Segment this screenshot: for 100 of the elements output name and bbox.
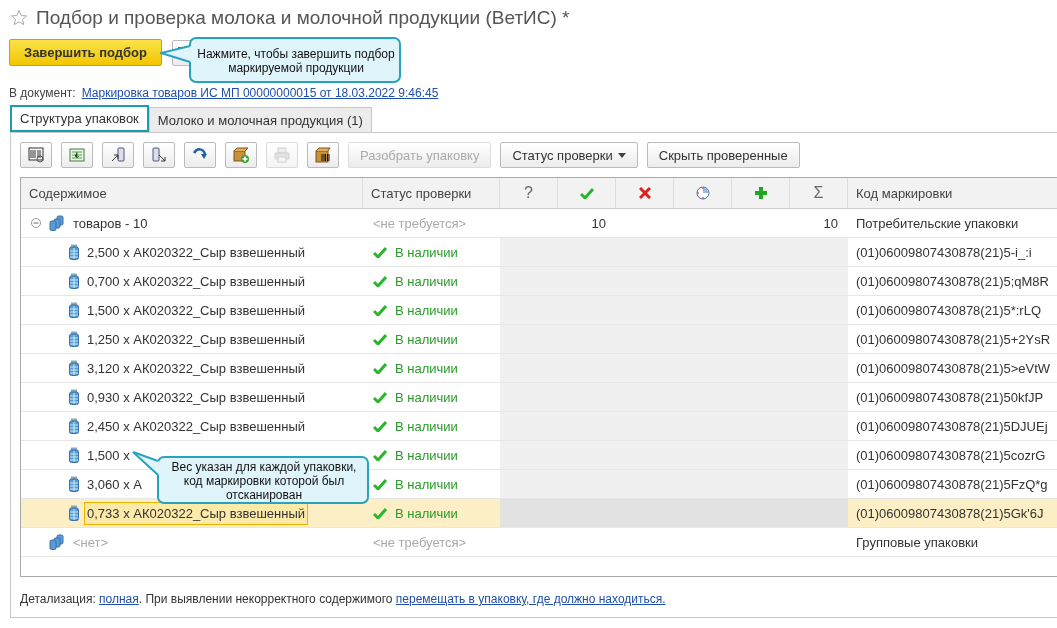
check-icon	[373, 362, 387, 374]
box-plus-icon	[232, 146, 250, 164]
caret-icon	[617, 152, 626, 158]
cross-icon	[638, 187, 651, 199]
printer-icon	[273, 146, 291, 164]
row-label: товаров - 10	[73, 215, 148, 231]
tab[interactable]: Молоко и молочная продукция (1)	[148, 107, 372, 132]
toolbar-button[interactable]: Скрыть проверенные	[646, 142, 800, 168]
column-header: Статус проверки	[371, 185, 472, 201]
status-text: <не требуется>	[373, 534, 467, 550]
window-title: Подбор и проверка молока и молочной продукции (ВетИС) *	[36, 7, 570, 29]
collapse-icon[interactable]	[31, 218, 41, 228]
count-text: 10	[591, 215, 606, 231]
table-row[interactable]: 0,700 x АК020322_Сыр взвешенный В наличии (01)06009807430878(21)5;qM8R	[21, 267, 1057, 296]
toolbar-button[interactable]	[184, 142, 216, 168]
finish-button[interactable]: Завершить подбор	[9, 39, 162, 66]
check-icon	[373, 507, 387, 519]
table-row[interactable]: 1,500 x АК020322_Сыр взвешенный В наличии (01)06009807430878(21)5*:rLQ	[21, 296, 1057, 325]
column-header: Код маркировки	[856, 185, 953, 201]
count-text: 10	[823, 215, 838, 231]
barcode-icon	[27, 146, 45, 164]
marking-code: (01)06009807430878(21)5+2YsR	[856, 331, 1051, 347]
bottle-icon	[69, 273, 79, 289]
stack-icon	[49, 534, 65, 550]
status-text: В наличии	[395, 244, 458, 260]
document-link[interactable]: Маркировка товаров ИС МП 00000000015 от 18.03.2022 9:46:45	[81, 86, 439, 100]
toolbar-button[interactable]	[20, 142, 52, 168]
check-icon	[373, 391, 387, 403]
status-text: В наличии	[395, 389, 458, 405]
table-row[interactable]: 2,450 x АК020322_Сыр взвешенный В наличии (01)06009807430878(21)5DJUEj	[21, 412, 1057, 441]
toolbar-button[interactable]	[143, 142, 175, 168]
status-text: В наличии	[395, 505, 458, 521]
detail-link[interactable]: полная	[99, 592, 139, 606]
detail-note: Детализация: полная. При выявлении некорректного содержимого перемещать в упаковку, где должно находиться.	[20, 592, 667, 606]
column-header: Σ	[813, 184, 824, 202]
move-link[interactable]: перемещать в упаковку, где должно находиться.	[395, 592, 666, 606]
device-arrow-icon	[109, 146, 127, 164]
bottle-icon	[69, 476, 79, 492]
toolbar-button[interactable]	[225, 142, 257, 168]
table-row[interactable]: 2,500 x АК020322_Сыр взвешенный В наличии (01)06009807430878(21)5-i_:i	[21, 238, 1057, 267]
toolbar-button[interactable]	[102, 142, 134, 168]
table-row[interactable]: 0,733 x АК020322_Сыр взвешенный В наличии (01)06009807430878(21)5Gk'6J	[21, 499, 1057, 528]
bottle-icon	[69, 418, 79, 434]
status-text: В наличии	[395, 273, 458, 289]
status-text: В наличии	[395, 447, 458, 463]
column-header: ?	[524, 184, 533, 202]
status-text: В наличии	[395, 302, 458, 318]
box-barcode-icon	[314, 146, 332, 164]
check-icon	[579, 187, 594, 199]
check-icon	[373, 449, 387, 461]
bottle-icon	[69, 505, 79, 521]
marking-code: (01)06009807430878(21)5-i_:i	[856, 244, 1032, 260]
bottle-icon	[69, 331, 79, 347]
bottle-icon	[69, 302, 79, 318]
marking-code: Групповые упаковки	[856, 534, 978, 550]
check-icon	[373, 304, 387, 316]
table-row[interactable]: 0,930 x АК020322_Сыр взвешенный В наличии (01)06009807430878(21)50kfJP	[21, 383, 1057, 412]
row-label: 2,500 x АК020322_Сыр взвешенный	[87, 244, 306, 260]
check-icon	[373, 333, 387, 345]
tab[interactable]: Структура упаковок	[10, 105, 149, 132]
check-icon	[373, 420, 387, 432]
marking-code: (01)06009807430878(21)5DJUEj	[856, 418, 1048, 434]
row-label: 3,060 x А	[87, 476, 142, 492]
clock-icon	[695, 186, 710, 200]
status-text: В наличии	[395, 476, 458, 492]
status-text: В наличии	[395, 360, 458, 376]
star-icon[interactable]	[10, 9, 28, 27]
row-label: 1,500 x АК020322_Сыр взвешенный	[87, 302, 306, 318]
bottle-icon	[69, 244, 79, 260]
row-label: 1,500 x	[87, 447, 130, 463]
row-label: 2,450 x АК020322_Сыр взвешенный	[87, 418, 306, 434]
device-arrow-icon	[150, 146, 168, 164]
status-text: В наличии	[395, 418, 458, 434]
marking-code: (01)06009807430878(21)5;qM8R	[856, 273, 1049, 289]
marking-code: (01)06009807430878(21)5FzQ*g	[856, 476, 1048, 492]
marking-code: (01)06009807430878(21)5*:rLQ	[856, 302, 1042, 318]
column-header: Содержимое	[29, 185, 107, 201]
table-icon	[68, 146, 86, 164]
row-label: 3,120 x АК020322_Сыр взвешенный	[87, 360, 306, 376]
bottle-icon	[69, 389, 79, 405]
row-label: 1,250 x АК020322_Сыр взвешенный	[87, 331, 306, 347]
plus-icon	[754, 187, 767, 199]
toolbar-button[interactable]	[307, 142, 339, 168]
check-icon	[373, 246, 387, 258]
marking-code: Потребительские упаковки	[856, 215, 1019, 231]
table-row[interactable]: 3,120 x АК020322_Сыр взвешенный В наличии (01)06009807430878(21)5>eVtW	[21, 354, 1057, 383]
row-label: <нет>	[73, 534, 109, 550]
check-icon	[373, 478, 387, 490]
stack-icon	[49, 215, 65, 231]
table-row[interactable]: 1,250 x АК020322_Сыр взвешенный В наличии (01)06009807430878(21)5+2YsR	[21, 325, 1057, 354]
status-dropdown[interactable]: Статус проверки	[500, 142, 638, 168]
bottle-icon	[69, 360, 79, 376]
document-label: В документ:	[9, 86, 76, 100]
row-label: 0,700 x АК020322_Сыр взвешенный	[87, 273, 306, 289]
tooltip: Нажмите, чтобы завершить подбор маркируемой продукции	[160, 36, 402, 84]
marking-code: (01)06009807430878(21)5cozrG	[856, 447, 1046, 463]
marking-code: (01)06009807430878(21)5>eVtW	[856, 360, 1051, 376]
marking-code: (01)06009807430878(21)5Gk'6J	[856, 505, 1044, 521]
check-icon	[373, 275, 387, 287]
row-label: 0,930 x АК020322_Сыр взвешенный	[87, 389, 306, 405]
